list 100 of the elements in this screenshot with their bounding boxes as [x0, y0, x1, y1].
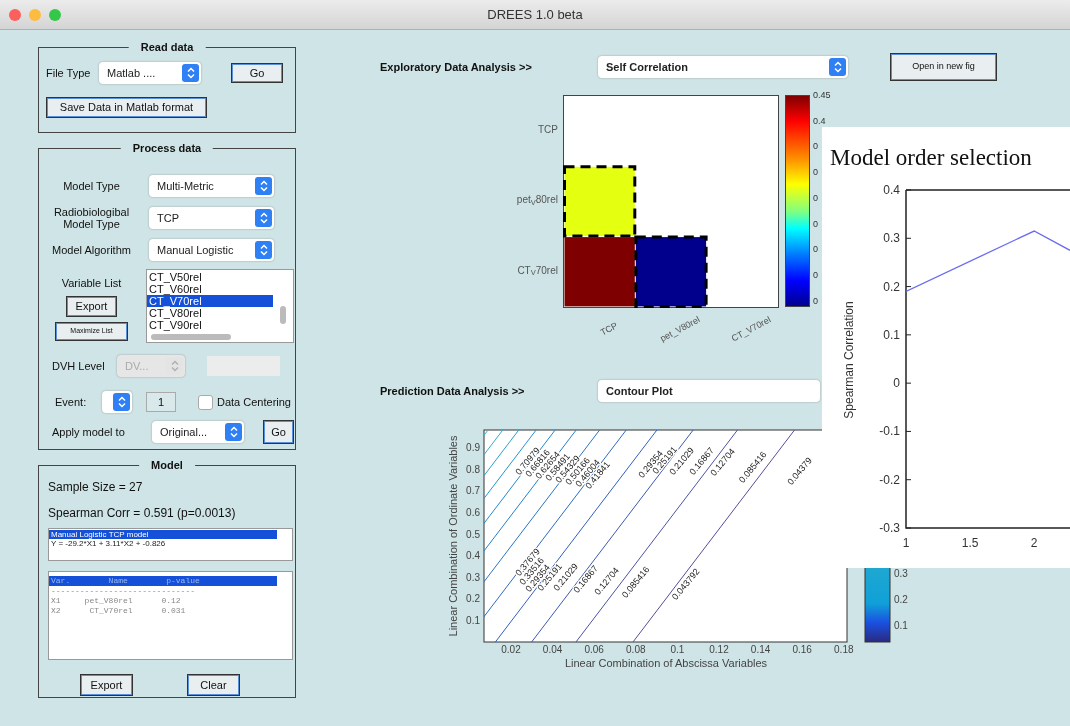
field-label: Model Type — [62, 180, 121, 192]
tick-label: 0.8 — [466, 463, 480, 475]
field-label: Radiobiologibal Model Type — [52, 206, 131, 230]
colorbar-label: 0 — [813, 167, 818, 178]
stepper[interactable] — [102, 391, 132, 413]
colorbar-label: 0 — [813, 295, 818, 306]
axis-title: Linear Combination of Abscissa Variables — [564, 657, 768, 669]
open-in-new-figure-button[interactable]: Open in new fig — [890, 53, 997, 81]
tick-label: 0.02 — [501, 644, 521, 655]
stepper-icon — [182, 64, 199, 82]
tick-label: 0.2 — [466, 593, 480, 605]
group-box-title: Read data — [128, 40, 206, 54]
group-box-title: Model — [139, 458, 195, 472]
axis-title: Linear Combination of Ordinate Variables — [447, 435, 459, 637]
field-label: DVH Level — [51, 358, 106, 374]
scrollbar-thumb[interactable] — [151, 334, 231, 340]
list-item[interactable]: CT_V80rel — [147, 307, 273, 319]
colorbar-label: 0 — [813, 218, 818, 229]
tick-label: 0.1 — [883, 327, 900, 342]
stepper-icon — [829, 58, 846, 76]
dropdown[interactable]: Multi-Metric — [149, 175, 274, 197]
export-button[interactable]: Export — [66, 295, 117, 317]
stepper-icon — [255, 209, 272, 227]
list-item[interactable]: Var. Name p-value — [49, 576, 277, 586]
tick-label: 0.6 — [466, 506, 480, 518]
colorbar-label: 0 — [813, 192, 818, 203]
checkbox[interactable] — [198, 394, 213, 410]
tick-label: 0.1 — [670, 644, 685, 655]
go-button[interactable]: Go — [231, 63, 283, 83]
tick-label: 0.16 — [792, 644, 812, 655]
axis-title: Spearman Correlation — [842, 301, 856, 419]
colorbar-label: 0.2 — [894, 594, 908, 605]
tick-label: 0.18 — [834, 644, 854, 655]
colorbar-label: 0.4 — [813, 115, 826, 126]
tick-label: 0.7 — [466, 485, 480, 497]
tick-label: 0.2 — [883, 279, 900, 294]
tick-label: 0.4 — [883, 183, 900, 197]
field-label: Data Centering — [217, 394, 291, 410]
tick-label: 0.5 — [466, 528, 480, 540]
dropdown[interactable]: Matlab .... — [99, 62, 201, 84]
input-field[interactable] — [207, 356, 280, 376]
stepper-icon — [113, 393, 130, 411]
tick-label: 0.14 — [750, 644, 771, 655]
list-item[interactable]: Manual Logistic TCP model — [49, 530, 277, 539]
dropdown[interactable]: Self Correlation — [598, 56, 848, 78]
axis-label: TCP — [538, 124, 558, 136]
list-item[interactable]: ------------------------------ — [49, 586, 277, 596]
list-item[interactable]: X2 CT_V70rel 0.031 — [49, 606, 277, 616]
save-button[interactable]: Save Data in Matlab format — [46, 97, 207, 118]
colorbar-label: 0 — [813, 244, 818, 255]
axis-label: TCP — [598, 320, 619, 338]
go-button[interactable]: Go — [263, 420, 294, 444]
scrollbar-thumb[interactable] — [280, 306, 286, 324]
list-item[interactable]: CT_V50rel — [147, 271, 273, 283]
close-icon[interactable] — [9, 8, 21, 21]
tick-label: 0.12 — [709, 644, 729, 655]
stepper-icon — [255, 241, 272, 259]
tick-label: 0.04 — [542, 644, 563, 655]
tick-label: 1 — [902, 536, 910, 550]
colorbar-label: 0.1 — [894, 620, 908, 631]
tick-label: 0.3 — [466, 571, 480, 583]
export-button[interactable]: Export — [80, 674, 133, 696]
tick-label: 0.06 — [584, 644, 604, 655]
field-label: Variable List — [61, 276, 122, 291]
field-label: File Type — [46, 65, 92, 81]
tick-label: -0.1 — [879, 424, 900, 439]
field-label: Apply model to — [51, 424, 126, 440]
list-item[interactable]: CT_V70rel — [147, 295, 273, 307]
tick-label: -0.3 — [879, 521, 900, 535]
clear-button[interactable]: Clear — [187, 674, 240, 696]
dropdown[interactable]: TCP — [149, 207, 274, 229]
field-label: Event: — [54, 394, 88, 410]
minimize-icon[interactable] — [29, 8, 41, 21]
dropdown[interactable]: Original... — [152, 421, 244, 443]
colorbar-label: 0 — [813, 141, 818, 152]
maximize-icon[interactable] — [49, 8, 61, 21]
field-label: Spearman Corr = 0.591 (p=0.0013) — [48, 505, 237, 522]
axis-label: CT$_{V}$70rel — [517, 264, 558, 277]
section-label: Exploratory Data Analysis >> — [380, 59, 533, 75]
colorbar-label: 0.3 — [894, 568, 908, 579]
tick-label: 1.5 — [961, 536, 979, 550]
tick-label: 0.08 — [626, 644, 646, 655]
list-item[interactable]: CT_V90rel — [147, 319, 273, 331]
window-title: DREES 1.0 beta — [487, 5, 583, 24]
stepper-icon — [255, 177, 272, 195]
count-field[interactable]: 1 — [146, 392, 176, 412]
list-item[interactable]: CT_V60rel — [147, 283, 273, 295]
tick-label: -0.2 — [879, 472, 900, 487]
list-item[interactable]: Y = -29.2*X1 + 3.11*X2 + -0.826 — [49, 539, 277, 548]
field-label: Sample Size = 27 — [48, 479, 144, 496]
group-box-title: Process data — [120, 141, 214, 155]
dropdown[interactable]: Contour Plot — [598, 380, 820, 402]
axis-label: pet$_{V}$80rel — [516, 194, 558, 207]
colorbar-label: 0.45 — [813, 90, 831, 100]
tick-label: 0.9 — [466, 442, 480, 454]
tick-label: 0.4 — [466, 550, 480, 562]
dropdown[interactable]: Manual Logistic — [149, 239, 274, 261]
list-item[interactable]: X1 pet_V80rel 0.12 — [49, 596, 277, 606]
tick-label: 0.1 — [466, 614, 480, 626]
field-label: Model Algorithm — [51, 244, 132, 256]
